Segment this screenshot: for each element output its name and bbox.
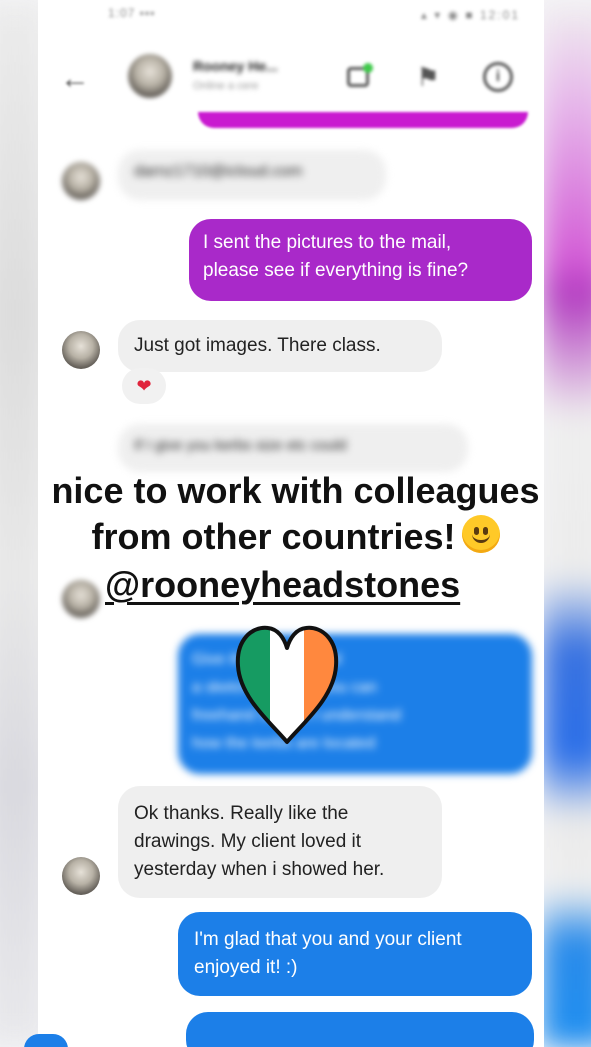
contact-avatar[interactable] [128,54,172,98]
story-caption: nice to work with colleagues from other … [0,468,591,560]
smiling-face-icon [461,515,500,553]
status-left: 1:07 ▪▪▪ [108,6,156,20]
sender-avatar[interactable] [62,331,100,369]
message-outgoing-pictures[interactable]: I sent the pictures to the mail, please … [189,219,532,301]
status-right: ▴ ▾ ◉ ■ 12:01 [420,8,520,22]
mention-link[interactable]: @rooneyheadstones [105,564,460,606]
chat-header: ← Rooney He... Online a cere ⚑ i [38,40,544,116]
message-line: enjoyed it! :) [194,957,298,978]
sender-avatar[interactable] [62,580,100,618]
message-line: drawings. My client loved it [134,831,362,852]
info-icon[interactable]: i [481,60,515,94]
message-line: Ok thanks. Really like the [134,803,349,824]
contact-status: Online a cere [193,80,259,92]
irish-flag-heart-icon [235,625,339,744]
message-text: If I give you kerbs size etc could [134,437,347,454]
next-message-bubble[interactable] [186,1012,534,1047]
caption-line-2-text: from other countries! [91,516,456,557]
message-line: yesterday when i showed her. [134,859,385,880]
heart-icon: ❤ [136,376,152,396]
caption-line-1: nice to work with colleagues [51,470,540,511]
flag-icon[interactable]: ⚑ [411,60,445,94]
status-bar: 1:07 ▪▪▪ ▴ ▾ ◉ ■ 12:01 [38,0,544,36]
sender-avatar[interactable] [62,162,100,200]
message-text: Just got images. There class. [134,335,381,356]
message-email[interactable]: darnz1710@icloud.com [118,150,386,200]
heart-reaction[interactable]: ❤ [122,368,166,404]
message-glad-enjoyed[interactable]: I'm glad that you and your client enjoye… [178,912,532,996]
message-ok-thanks[interactable]: Ok thanks. Really like the drawings. My … [118,786,442,898]
video-call-icon[interactable] [343,60,377,94]
message-text: darnz1710@icloud.com [134,163,303,180]
back-arrow-icon[interactable]: ← [60,64,90,94]
message-kerbs-size[interactable]: If I give you kerbs size etc could [118,424,468,472]
composer-button[interactable] [24,1034,68,1047]
message-line: please see if everything is fine? [203,260,469,281]
purple-highlight-bar [198,112,528,128]
caption-line-2: from other countries! [0,514,591,560]
message-line: I sent the pictures to the mail, [203,232,452,253]
contact-name[interactable]: Rooney He... [193,58,278,74]
message-just-got-images[interactable]: Just got images. There class. [118,320,442,372]
message-line: I'm glad that you and your client [194,929,462,950]
sender-avatar[interactable] [62,857,100,895]
